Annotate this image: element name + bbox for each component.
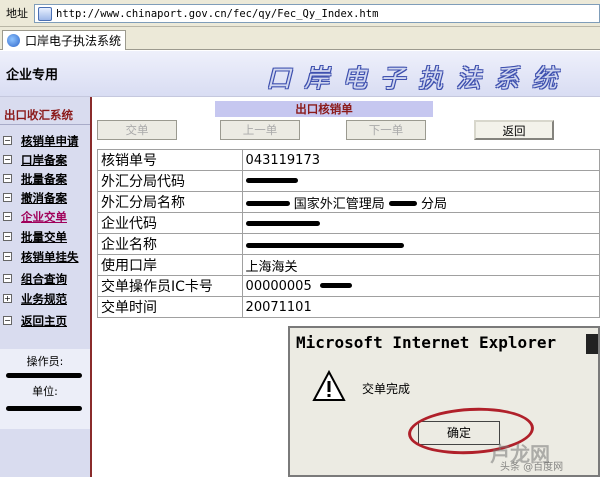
collapse-icon: − [3, 316, 12, 325]
system-title: 口岸电子执法系统 [266, 64, 571, 93]
sidebar-item-port-filing[interactable]: − 口岸备案 [0, 151, 86, 168]
table-row: 外汇分局代码 [97, 170, 600, 192]
prev-button[interactable]: 上一单 [220, 120, 300, 140]
next-button[interactable]: 下一单 [346, 120, 426, 140]
dialog-message: 交单完成 [362, 382, 411, 396]
ie-icon [7, 34, 20, 47]
submit-button[interactable]: 交单 [97, 120, 177, 140]
table-row: 企业代码 [97, 212, 600, 234]
sidebar-item-batch-filing[interactable]: − 批量备案 [0, 170, 86, 187]
row-label: 交单时间 [97, 296, 243, 318]
row-label: 外汇分局名称 [97, 191, 243, 213]
warning-icon [312, 370, 346, 401]
collapse-icon: − [3, 252, 12, 261]
back-button[interactable]: 返回 [474, 120, 554, 140]
row-value: 20071101 [241, 296, 600, 318]
header-banner: 企业专用 口岸电子执法系统 [0, 51, 600, 97]
value-part: 分局 [420, 196, 447, 212]
table-row: 企业名称 [97, 233, 600, 255]
row-value [241, 233, 600, 255]
table-row: 交单操作员IC卡号 00000005 [97, 275, 600, 297]
dialog-title: Microsoft Internet Explorer [290, 328, 598, 358]
divider [0, 124, 90, 125]
value-part: 00000005 [245, 278, 312, 294]
dialog-close-icon[interactable] [586, 334, 598, 354]
collapse-icon: − [3, 155, 12, 164]
redacted-value [245, 220, 320, 226]
verification-form-table: 核销单号 043119173 外汇分局代码 外汇分局名称 国家外汇管理局 分局 … [97, 149, 600, 318]
page-icon [38, 6, 52, 21]
redacted-value [245, 242, 404, 248]
row-value: 国家外汇管理局 分局 [241, 191, 600, 213]
redacted-operator [6, 373, 82, 378]
redacted-value [319, 282, 352, 288]
row-label: 使用口岸 [97, 254, 243, 276]
row-label: 外汇分局代码 [97, 170, 243, 192]
row-value: 00000005 [241, 275, 600, 297]
table-row: 交单时间 20071101 [97, 296, 600, 318]
collapse-icon: − [3, 212, 12, 221]
unit-label: 单位: [32, 385, 58, 398]
expand-icon: + [3, 294, 12, 303]
row-label: 企业代码 [97, 212, 243, 234]
address-label: 地址 [6, 7, 28, 20]
redacted-value [245, 177, 298, 183]
form-title: 出口核销单 [215, 101, 433, 117]
collapse-icon: − [3, 174, 12, 183]
sidebar-item-combined-query[interactable]: − 组合查询 [0, 270, 86, 287]
table-row: 使用口岸 上海海关 [97, 254, 600, 276]
tab-title: 口岸电子执法系统 [25, 34, 122, 48]
sidebar: 出口收汇系统 − 核销单申请 − 口岸备案 − 批量备案 − 撤消备案 − 企业… [0, 97, 92, 477]
operator-label: 操作员: [26, 355, 64, 368]
collapse-icon: − [3, 232, 12, 241]
operator-panel: 操作员: 单位: [0, 349, 90, 429]
value-part: 国家外汇管理局 [293, 196, 385, 212]
enterprise-label: 企业专用 [6, 68, 59, 83]
redacted-unit [6, 406, 82, 411]
sidebar-item-enterprise-submit[interactable]: − 企业交单 [0, 208, 86, 225]
row-label: 核销单号 [97, 149, 243, 171]
row-value [241, 212, 600, 234]
row-label: 企业名称 [97, 233, 243, 255]
table-row: 核销单号 043119173 [97, 149, 600, 171]
tab-current[interactable]: 口岸电子执法系统 [2, 30, 126, 50]
collapse-icon: − [3, 193, 12, 202]
row-value: 上海海关 [241, 254, 600, 276]
address-url: http://www.chinaport.gov.cn/fec/qy/Fec_Q… [56, 7, 379, 20]
address-input[interactable]: http://www.chinaport.gov.cn/fec/qy/Fec_Q… [34, 4, 600, 23]
sidebar-item-cancel-filing[interactable]: − 撤消备案 [0, 189, 86, 206]
redacted-value [245, 200, 290, 206]
sidebar-item-home[interactable]: − 返回主页 [0, 312, 86, 329]
collapse-icon: − [3, 136, 12, 145]
sidebar-section-title: 出口收汇系统 [4, 108, 73, 122]
sidebar-item-report-loss[interactable]: − 核销单挂失 [0, 248, 86, 265]
watermark-sub: 头条 @百度网 [500, 462, 564, 473]
tab-strip: 口岸电子执法系统 [0, 27, 600, 50]
address-bar: 地址 http://www.chinaport.gov.cn/fec/qy/Fe… [0, 0, 600, 27]
row-value [241, 170, 600, 192]
collapse-icon: − [3, 274, 12, 283]
row-label: 交单操作员IC卡号 [97, 275, 243, 297]
sidebar-item-batch-submit[interactable]: − 批量交单 [0, 228, 86, 245]
table-row: 外汇分局名称 国家外汇管理局 分局 [97, 191, 600, 213]
redacted-value [388, 200, 417, 206]
alert-dialog: Microsoft Internet Explorer 交单完成 确定 [288, 326, 600, 477]
sidebar-item-verification-apply[interactable]: − 核销单申请 [0, 132, 86, 149]
sidebar-item-business-rules[interactable]: + 业务规范 [0, 290, 86, 307]
row-value: 043119173 [241, 149, 600, 171]
